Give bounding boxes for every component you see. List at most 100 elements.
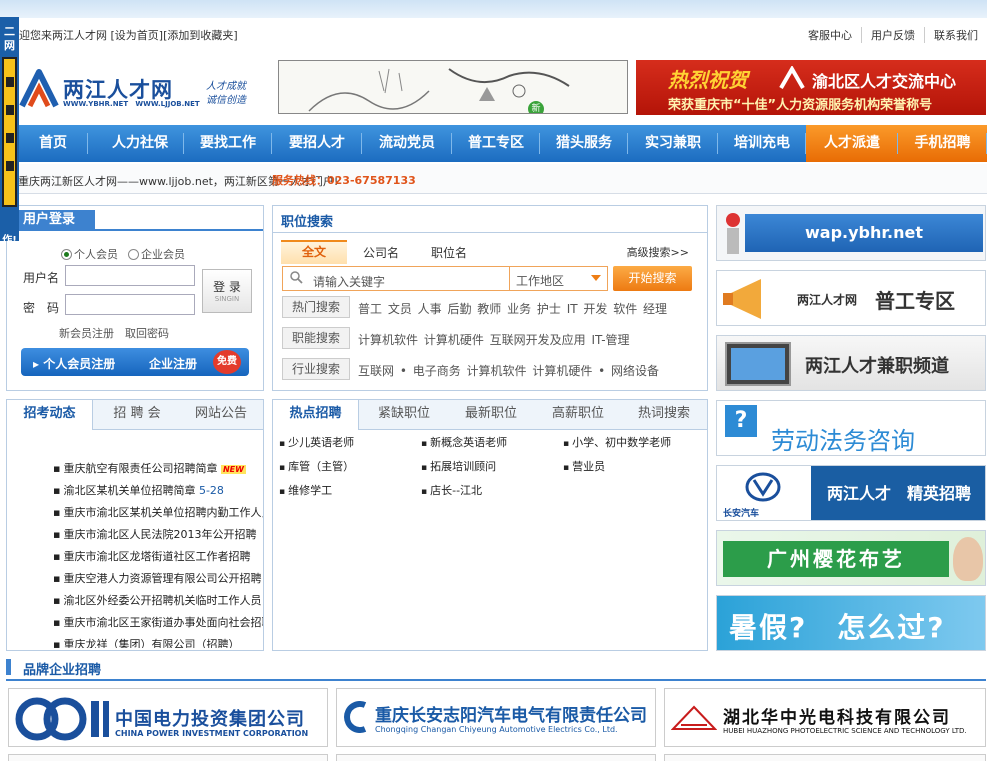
congrats-award: 荣获重庆市“十佳”人力资源服务机构荣誉称号 bbox=[668, 98, 933, 113]
search-button[interactable]: 开始搜索 bbox=[613, 266, 692, 291]
personal-register-button[interactable]: ▸ 个人会员注册 bbox=[33, 355, 115, 372]
nav-headhunter[interactable]: 猎头服务 bbox=[540, 125, 628, 162]
tab-fulltext[interactable]: 全文 bbox=[281, 240, 347, 264]
tab-announcements[interactable]: 网站公告 bbox=[179, 400, 263, 429]
brand-cpi-name: 中国电力投资集团公司 bbox=[115, 709, 305, 730]
brand-changan-chiyeung[interactable]: 重庆长安志阳汽车电气有限责任公司 Chongqing Changan Chiye… bbox=[336, 688, 656, 747]
welcome-text[interactable]: 迎您来两江人才网 [设为首页][添加到收藏夹] bbox=[19, 27, 238, 43]
username-input[interactable] bbox=[65, 265, 195, 286]
search-input[interactable]: 请输入关键字 bbox=[313, 273, 385, 290]
section-marker bbox=[6, 659, 11, 675]
company-register-button[interactable]: 企业注册 bbox=[149, 355, 197, 372]
industry-search-keywords[interactable]: 互联网 • 电子商务 计算机软件 计算机硬件 • 网络设备 bbox=[358, 362, 659, 379]
cpi-logo-icon bbox=[15, 697, 109, 741]
labor-law-title: 劳动法务咨询 bbox=[771, 427, 915, 455]
company-radio[interactable]: 企业会员 bbox=[128, 246, 185, 262]
logo-mark-icon bbox=[19, 69, 59, 108]
service-center-link[interactable]: 客服中心 bbox=[799, 27, 861, 43]
brand-huazhong[interactable]: 湖北华中光电科技有限公司 HUBEI HUAZHONG PHOTOELECTRI… bbox=[664, 688, 986, 747]
tab-exam-news[interactable]: 招考动态 bbox=[7, 400, 93, 430]
news-item[interactable]: 重庆市渝北区某机关单位招聘内勤工作人员 bbox=[53, 502, 263, 524]
advanced-search-link[interactable]: 高级搜索>> bbox=[627, 244, 689, 260]
function-search-label[interactable]: 职能搜索 bbox=[282, 327, 350, 349]
nav-internship[interactable]: 实习兼职 bbox=[628, 125, 718, 162]
tab-job-fair[interactable]: 招 聘 会 bbox=[95, 400, 179, 429]
tab-hot-jobs[interactable]: 热点招聘 bbox=[273, 400, 359, 430]
job-link[interactable]: 小学、初中数学老师 bbox=[563, 434, 671, 450]
hot-search-keywords[interactable]: 普工 文员 人事 后勤 教师 业务 护士 IT 开发 软件 经理 bbox=[358, 300, 667, 317]
model-photo bbox=[953, 537, 983, 581]
job-link[interactable]: 维修学工 bbox=[279, 482, 332, 498]
contact-link[interactable]: 联系我们 bbox=[924, 27, 987, 43]
news-list: 重庆航空有限责任公司招聘简章 NEW 渝北区某机关单位招聘简章 5-28 重庆市… bbox=[53, 458, 263, 648]
news-item[interactable]: 重庆空港人力资源管理有限公司公开招聘 bbox=[53, 568, 263, 590]
ink-painting-banner[interactable]: 新 bbox=[278, 60, 628, 114]
job-link[interactable]: 营业员 bbox=[563, 458, 605, 474]
tab-company[interactable]: 公司名 bbox=[363, 244, 399, 261]
register-links[interactable]: 新会员注册 取回密码 bbox=[59, 325, 169, 341]
wap-ad[interactable]: wap.ybhr.net bbox=[716, 205, 986, 261]
job-link[interactable]: 新概念英语老师 bbox=[421, 434, 507, 450]
brand-section-header: 品牌企业招聘 bbox=[6, 657, 986, 681]
parttime-ad[interactable]: 两江人才兼职频道 bbox=[716, 335, 986, 391]
news-item[interactable]: 重庆市渝北区王家街道办事处面向社会招聘 bbox=[53, 612, 263, 634]
tab-position[interactable]: 职位名 bbox=[431, 244, 467, 261]
hot-jobs-panel: 热点招聘 紧缺职位 最新职位 高薪职位 热词搜索 少儿英语老师 新概念英语老师 … bbox=[272, 399, 708, 651]
job-link[interactable]: 拓展培训顾问 bbox=[421, 458, 496, 474]
nav-training[interactable]: 培训充电 bbox=[718, 125, 806, 162]
brand-cpi[interactable]: 中国电力投资集团公司 CHINA POWER INVESTMENT CORPOR… bbox=[8, 688, 328, 747]
tab-high-salary[interactable]: 高薪职位 bbox=[535, 400, 621, 429]
nav-find-job[interactable]: 要找工作 bbox=[184, 125, 272, 162]
site-logo[interactable]: 两江人才网 WWW.YBHR.NET WWW.LJJOB.NET 人才成就 诚信创… bbox=[18, 64, 263, 116]
news-item[interactable]: 渝北区外经委公开招聘机关临时工作人员 bbox=[53, 590, 263, 612]
brand-row-2-item[interactable] bbox=[336, 754, 656, 761]
job-link[interactable]: 少儿英语老师 bbox=[279, 434, 354, 450]
worker-zone-ad[interactable]: 两江人才网 普工专区 bbox=[716, 270, 986, 326]
nav-social-security[interactable]: 人力社保 bbox=[96, 125, 184, 162]
industry-search-label[interactable]: 行业搜索 bbox=[282, 358, 350, 380]
congrats-banner[interactable]: 热烈祝贺 渝北区人才交流中心 荣获重庆市“十佳”人力资源服务机构荣誉称号 bbox=[636, 60, 986, 115]
brand-section-title: 品牌企业招聘 bbox=[23, 663, 102, 678]
tab-hot-words[interactable]: 热词搜索 bbox=[621, 400, 707, 429]
search-row-function: 职能搜索 计算机软件 计算机硬件 互联网开发及应用 IT-管理 bbox=[282, 327, 702, 351]
question-icon: ? bbox=[725, 405, 757, 437]
tab-scarce-jobs[interactable]: 紧缺职位 bbox=[361, 400, 447, 429]
area-select[interactable]: 工作地区 bbox=[509, 267, 607, 290]
tab-latest-jobs[interactable]: 最新职位 bbox=[447, 400, 535, 429]
login-button[interactable]: 登 录 SINGIN bbox=[202, 269, 252, 313]
personal-radio[interactable]: 个人会员 bbox=[61, 246, 118, 262]
news-tabs: 招考动态 招 聘 会 网站公告 bbox=[7, 400, 263, 430]
labor-law-ad[interactable]: ? 劳动法务咨询 bbox=[716, 400, 986, 456]
nav-party-members[interactable]: 流动党员 bbox=[362, 125, 452, 162]
news-item[interactable]: 重庆市渝北区人民法院2013年公开招聘 bbox=[53, 524, 263, 546]
nav-hire[interactable]: 要招人才 bbox=[272, 125, 362, 162]
nav-home[interactable]: 首页 bbox=[18, 125, 88, 162]
member-type: 个人会员 企业会员 bbox=[61, 246, 185, 262]
brand-row-2-item[interactable] bbox=[664, 754, 986, 761]
function-search-keywords[interactable]: 计算机软件 计算机硬件 互联网开发及应用 IT-管理 bbox=[358, 331, 630, 348]
nav-dispatch[interactable]: 人才派遣 bbox=[806, 125, 898, 162]
password-input[interactable] bbox=[65, 294, 195, 315]
summer-ad[interactable]: 暑假? 怎么过? bbox=[716, 595, 986, 651]
news-item[interactable]: 重庆龙祥（集团）有限公司（招聘） bbox=[53, 634, 263, 648]
login-panel: 用户登录 个人会员 企业会员 用户名 密 码 登 录 SINGIN 新会员注册 … bbox=[6, 205, 264, 391]
job-link[interactable]: 库管（主管） bbox=[279, 458, 354, 474]
nav-worker-zone[interactable]: 普工专区 bbox=[452, 125, 540, 162]
job-search-panel: 职位搜索 全文 公司名 职位名 高级搜索>> 请输入关键字 工作地区 开始搜索 … bbox=[272, 205, 708, 391]
megaphone-icon bbox=[723, 279, 761, 319]
job-link[interactable]: 店长--江北 bbox=[421, 482, 482, 498]
news-item[interactable]: 重庆航空有限责任公司招聘简章 NEW bbox=[53, 458, 263, 480]
changan-ad[interactable]: 长安汽车 两江人才 精英招聘 bbox=[716, 465, 986, 521]
news-item[interactable]: 重庆市渝北区龙塔街道社区工作者招聘 bbox=[53, 546, 263, 568]
news-item[interactable]: 渝北区某机关单位招聘简章 5-28 bbox=[53, 480, 263, 502]
feedback-link[interactable]: 用户反馈 bbox=[861, 27, 924, 43]
search-row-industry: 行业搜索 互联网 • 电子商务 计算机软件 计算机硬件 • 网络设备 bbox=[282, 358, 702, 382]
side-float-ad[interactable]: 二 网 作! bbox=[0, 17, 19, 241]
huazhong-logo-icon bbox=[671, 705, 717, 730]
hot-search-label[interactable]: 热门搜索 bbox=[282, 296, 350, 318]
nav-mobile[interactable]: 手机招聘 bbox=[898, 125, 987, 162]
side-float-text-3: 作! bbox=[2, 235, 17, 241]
brand-row-2-item[interactable] bbox=[8, 754, 328, 761]
sakura-ad[interactable]: 广州樱花布艺 bbox=[716, 530, 986, 586]
brand-chiyeung-name: 重庆长安志阳汽车电气有限责任公司 bbox=[375, 706, 647, 726]
